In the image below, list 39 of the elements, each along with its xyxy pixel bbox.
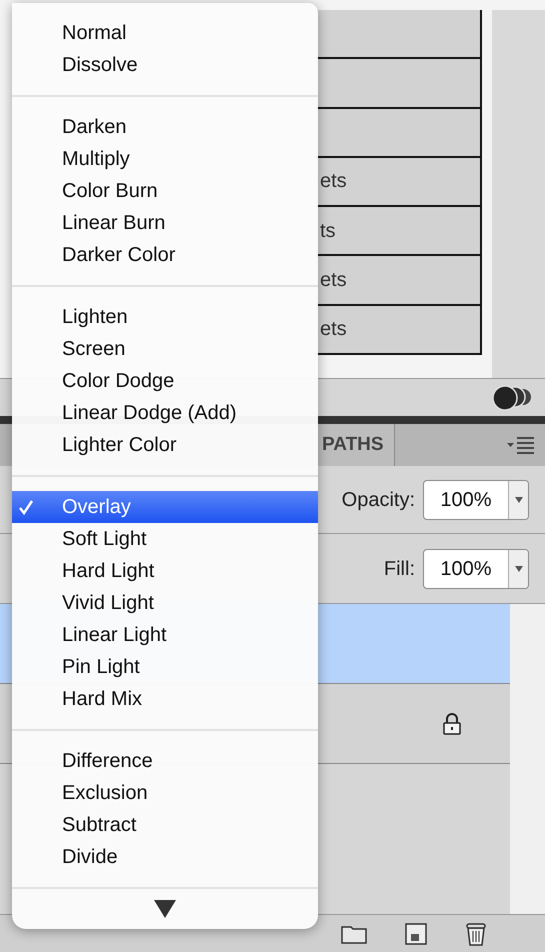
folder-icon[interactable]: [341, 924, 367, 944]
menu-item[interactable]: Hard Light: [12, 555, 318, 587]
menu-item[interactable]: Subtract: [12, 809, 318, 841]
lock-icon: [442, 712, 462, 734]
menu-item[interactable]: Vivid Light: [12, 587, 318, 619]
menu-item[interactable]: Divide: [12, 841, 318, 873]
menu-item[interactable]: Screen: [12, 333, 318, 365]
menu-item[interactable]: Exclusion: [12, 777, 318, 809]
trash-icon[interactable]: [465, 922, 487, 946]
opacity-field[interactable]: 100%: [423, 480, 529, 520]
dropdown-arrow-icon: [514, 496, 522, 502]
menu-item[interactable]: Soft Light: [12, 523, 318, 555]
fill-field[interactable]: 100%: [423, 548, 529, 588]
dropdown-arrow-icon: [514, 566, 522, 572]
field-label: Fill:: [384, 556, 415, 582]
preset-name[interactable]: ts: [320, 216, 336, 246]
menu-item[interactable]: Color Burn: [12, 175, 318, 207]
menu-item[interactable]: Linear Burn: [12, 207, 318, 239]
menu-item[interactable]: Difference: [12, 745, 318, 777]
menu-item[interactable]: Linear Light: [12, 619, 318, 651]
stacked-circles-icon: [493, 384, 533, 410]
menu-item[interactable]: Darken: [12, 111, 318, 143]
menu-item[interactable]: Normal: [12, 17, 318, 49]
panel-menu-icon[interactable]: [505, 436, 535, 454]
menu-item[interactable]: Color Dodge: [12, 365, 318, 397]
menu-item[interactable]: Multiply: [12, 143, 318, 175]
menu-item[interactable]: Pin Light: [12, 651, 318, 683]
checkmark-icon: [18, 499, 34, 515]
preset-name[interactable]: ets: [320, 265, 347, 296]
menu-item[interactable]: Darker Color: [12, 239, 318, 271]
menu-item[interactable]: Hard Mix: [12, 683, 318, 715]
scroll-down-arrow-icon[interactable]: [154, 900, 176, 918]
preset-name[interactable]: ets: [320, 314, 347, 344]
menu-item[interactable]: Lighten: [12, 301, 318, 333]
field-label: Opacity:: [342, 488, 415, 512]
menu-item[interactable]: Dissolve: [12, 49, 318, 81]
menu-item[interactable]: Overlay: [12, 491, 318, 523]
new-layer-icon[interactable]: [405, 922, 427, 944]
preset-name[interactable]: ets: [320, 166, 347, 196]
